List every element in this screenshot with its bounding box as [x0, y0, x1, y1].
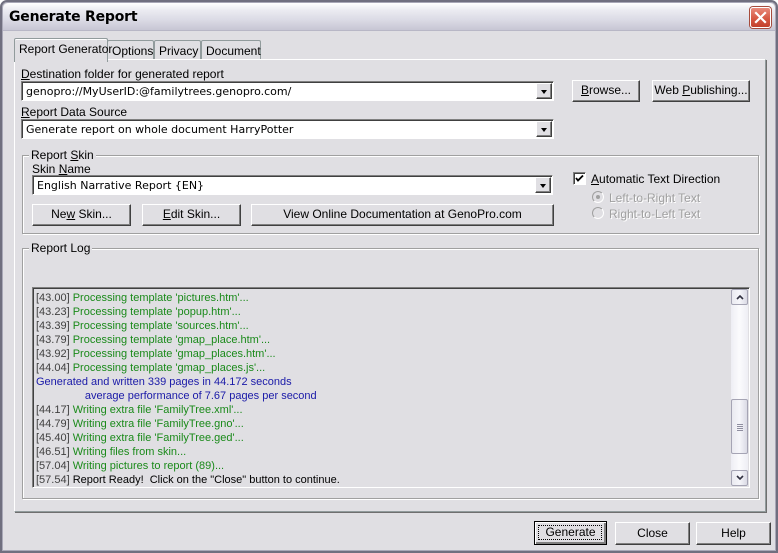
- log-line: [44.04] Processing template 'gmap_places…: [36, 361, 729, 375]
- report-skin-legend: Report Skin: [29, 148, 96, 162]
- automatic-text-direction-label[interactable]: Automatic Text Direction: [591, 172, 720, 186]
- report-log-lines: [43.00] Processing template 'pictures.ht…: [36, 291, 729, 487]
- skin-name-label: Skin Name: [32, 162, 91, 176]
- destination-folder-combo[interactable]: genopro://MyUserID:@familytrees.genopro.…: [21, 81, 554, 101]
- destination-folder-value: genopro://MyUserID:@familytrees.genopro.…: [26, 85, 292, 98]
- log-timestamp: [46.51]: [36, 446, 73, 458]
- log-line: [45.40] Writing extra file 'FamilyTree.g…: [36, 431, 729, 445]
- edit-skin-button[interactable]: Edit Skin...: [142, 204, 241, 226]
- log-timestamp: [44.17]: [36, 404, 73, 416]
- log-line: [43.39] Processing template 'sources.htm…: [36, 319, 729, 333]
- right-to-left-label: Right-to-Left Text: [609, 207, 701, 221]
- log-line: [43.79] Processing template 'gmap_place.…: [36, 333, 729, 347]
- skin-name-value: English Narrative Report {EN}: [37, 179, 205, 192]
- log-message: average performance of 7.67 pages per se…: [36, 390, 317, 402]
- tab-report-generator[interactable]: Report Generator: [14, 38, 112, 62]
- log-message: Writing pictures to report (89)...: [72, 460, 225, 472]
- log-line: [57.54] Report Ready! Click on the "Clos…: [36, 473, 729, 487]
- log-timestamp: [43.00]: [36, 292, 73, 304]
- log-message: Writing extra file 'FamilyTree.gno'...: [72, 418, 244, 430]
- log-message: Writing extra file 'FamilyTree.xml'...: [72, 404, 243, 416]
- report-log-legend: Report Log: [29, 241, 93, 255]
- report-log-textbox[interactable]: [43.00] Processing template 'pictures.ht…: [32, 287, 750, 488]
- generate-report-dialog: Generate Report Report Generator Options…: [0, 0, 778, 553]
- tab-label: Options: [112, 44, 154, 58]
- focus-rectangle: [538, 525, 602, 540]
- log-line: [43.23] Processing template 'popup.htm'.…: [36, 305, 729, 319]
- tab-options[interactable]: Options: [107, 40, 154, 60]
- left-to-right-radio[interactable]: [592, 191, 604, 203]
- log-message: Processing template 'gmap_place.htm'...: [72, 334, 271, 346]
- log-timestamp: [43.79]: [36, 334, 73, 346]
- log-message: Writing extra file 'FamilyTree.ged'...: [72, 432, 244, 444]
- log-line: [44.17] Writing extra file 'FamilyTree.x…: [36, 403, 729, 417]
- close-window-button[interactable]: [750, 7, 771, 28]
- view-online-documentation-button[interactable]: View Online Documentation at GenoPro.com: [251, 204, 554, 226]
- log-message: Processing template 'pictures.htm'...: [72, 292, 249, 304]
- tab-label: Document: [206, 44, 261, 58]
- log-message: Report Ready! Click on the "Close" butto…: [72, 474, 340, 486]
- log-line: Generated and written 339 pages in 44.17…: [36, 375, 729, 389]
- window-title: Generate Report: [9, 9, 138, 25]
- chevron-down-icon: [736, 475, 744, 481]
- chevron-down-icon[interactable]: [536, 83, 552, 99]
- log-line: [46.51] Writing files from skin...: [36, 445, 729, 459]
- destination-folder-label: Destination folder for generated report: [21, 67, 224, 81]
- log-line: average performance of 7.67 pages per se…: [36, 389, 729, 403]
- log-message: Processing template 'gmap_places.htm'...: [72, 348, 276, 360]
- right-to-left-radio[interactable]: [592, 207, 604, 219]
- scroll-thumb[interactable]: [731, 398, 748, 454]
- report-data-source-value: Generate report on whole document HarryP…: [26, 123, 294, 136]
- chevron-up-icon: [736, 294, 744, 300]
- title-bar[interactable]: Generate Report: [3, 3, 775, 31]
- log-message: Generated and written 339 pages in 44.17…: [36, 376, 292, 388]
- log-timestamp: [43.39]: [36, 320, 73, 332]
- log-message: Processing template 'sources.htm'...: [72, 320, 249, 332]
- log-timestamp: [45.40]: [36, 432, 73, 444]
- log-line: [43.00] Processing template 'pictures.ht…: [36, 291, 729, 305]
- log-message: Writing files from skin...: [72, 446, 187, 458]
- checkmark-icon: [575, 174, 584, 182]
- tab-document[interactable]: Document: [201, 40, 261, 60]
- log-line: [44.79] Writing extra file 'FamilyTree.g…: [36, 417, 729, 431]
- scroll-up-button[interactable]: [731, 289, 748, 305]
- grip-icon: [737, 423, 743, 431]
- report-data-source-combo[interactable]: Generate report on whole document HarryP…: [21, 119, 554, 139]
- log-message: Processing template 'gmap_places.js'...: [72, 362, 266, 374]
- close-button[interactable]: Close: [615, 522, 690, 545]
- web-publishing-button[interactable]: Web Publishing...: [652, 80, 750, 102]
- log-timestamp: [43.92]: [36, 348, 73, 360]
- browse-button[interactable]: Browse...: [572, 80, 640, 102]
- left-to-right-label: Left-to-Right Text: [609, 191, 701, 205]
- log-message: Processing template 'popup.htm'...: [72, 306, 241, 318]
- log-vertical-scrollbar[interactable]: [731, 289, 748, 486]
- chevron-down-icon[interactable]: [535, 177, 551, 193]
- log-timestamp: [57.54]: [36, 474, 73, 486]
- skin-name-combo[interactable]: English Narrative Report {EN}: [32, 175, 553, 195]
- new-skin-button[interactable]: New Skin...: [32, 204, 131, 226]
- report-data-source-label: Report Data Source: [21, 105, 128, 119]
- scroll-down-button[interactable]: [731, 470, 748, 486]
- log-timestamp: [57.04]: [36, 460, 73, 472]
- log-line: [57.04] Writing pictures to report (89).…: [36, 459, 729, 473]
- log-line: [43.92] Processing template 'gmap_places…: [36, 347, 729, 361]
- generate-button[interactable]: Generate: [534, 521, 607, 545]
- log-timestamp: [44.79]: [36, 418, 73, 430]
- close-x-icon: [754, 11, 767, 24]
- chevron-down-icon[interactable]: [536, 121, 552, 137]
- tab-label: Privacy: [159, 44, 199, 58]
- tab-label: Report Generator: [19, 42, 113, 56]
- log-timestamp: [43.23]: [36, 306, 73, 318]
- automatic-text-direction-checkbox[interactable]: [573, 172, 586, 185]
- log-timestamp: [44.04]: [36, 362, 73, 374]
- tab-privacy[interactable]: Privacy: [154, 40, 201, 60]
- help-button[interactable]: Help: [696, 522, 771, 545]
